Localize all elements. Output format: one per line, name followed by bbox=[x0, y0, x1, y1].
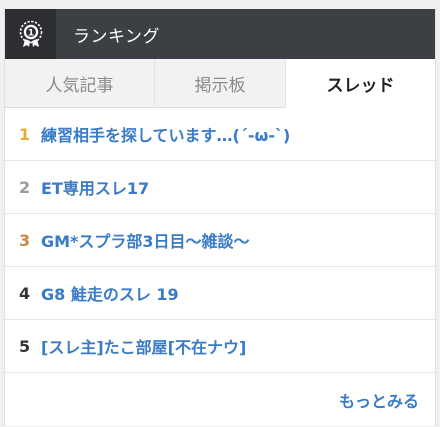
thread-title-link[interactable]: 練習相手を探しています…(´-ω-`) bbox=[41, 122, 290, 146]
thread-title-link[interactable]: G8 鮭走のスレ 19 bbox=[41, 281, 179, 305]
award-medal-icon: 1 bbox=[5, 9, 56, 59]
rank-number: 4 bbox=[19, 283, 31, 303]
rank-number: 3 bbox=[19, 230, 31, 250]
ranking-header: 1 ランキング bbox=[5, 9, 435, 59]
thread-title-link[interactable]: ET専用スレ17 bbox=[41, 175, 149, 199]
rank-number: 5 bbox=[19, 336, 31, 356]
rank-number: 2 bbox=[19, 177, 31, 197]
rank-number: 1 bbox=[19, 124, 31, 144]
ranking-widget: 1 ランキング 人気記事 掲示板 スレッド 1 練習相手を探しています…(´-ω… bbox=[4, 9, 436, 426]
see-more-link[interactable]: もっとみる bbox=[339, 388, 419, 412]
svg-text:1: 1 bbox=[27, 29, 33, 39]
thread-ranking-list: 1 練習相手を探しています…(´-ω-`) 2 ET専用スレ17 3 GM*スプ… bbox=[5, 108, 435, 373]
thread-title-link[interactable]: [スレ主]たこ部屋[不在ナウ] bbox=[41, 334, 246, 358]
ranking-title: ランキング bbox=[73, 26, 160, 47]
list-item[interactable]: 2 ET専用スレ17 bbox=[5, 161, 435, 214]
tab-threads[interactable]: スレッド bbox=[286, 59, 435, 108]
list-item[interactable]: 5 [スレ主]たこ部屋[不在ナウ] bbox=[5, 320, 435, 373]
ranking-tabs: 人気記事 掲示板 スレッド bbox=[5, 59, 435, 108]
more-row: もっとみる bbox=[5, 373, 435, 427]
thread-title-link[interactable]: GM*スプラ部3日目〜雑談〜 bbox=[41, 228, 250, 252]
tab-popular-articles[interactable]: 人気記事 bbox=[5, 59, 155, 108]
tab-bulletin-board[interactable]: 掲示板 bbox=[155, 59, 286, 108]
list-item[interactable]: 3 GM*スプラ部3日目〜雑談〜 bbox=[5, 214, 435, 267]
list-item[interactable]: 4 G8 鮭走のスレ 19 bbox=[5, 267, 435, 320]
list-item[interactable]: 1 練習相手を探しています…(´-ω-`) bbox=[5, 108, 435, 161]
